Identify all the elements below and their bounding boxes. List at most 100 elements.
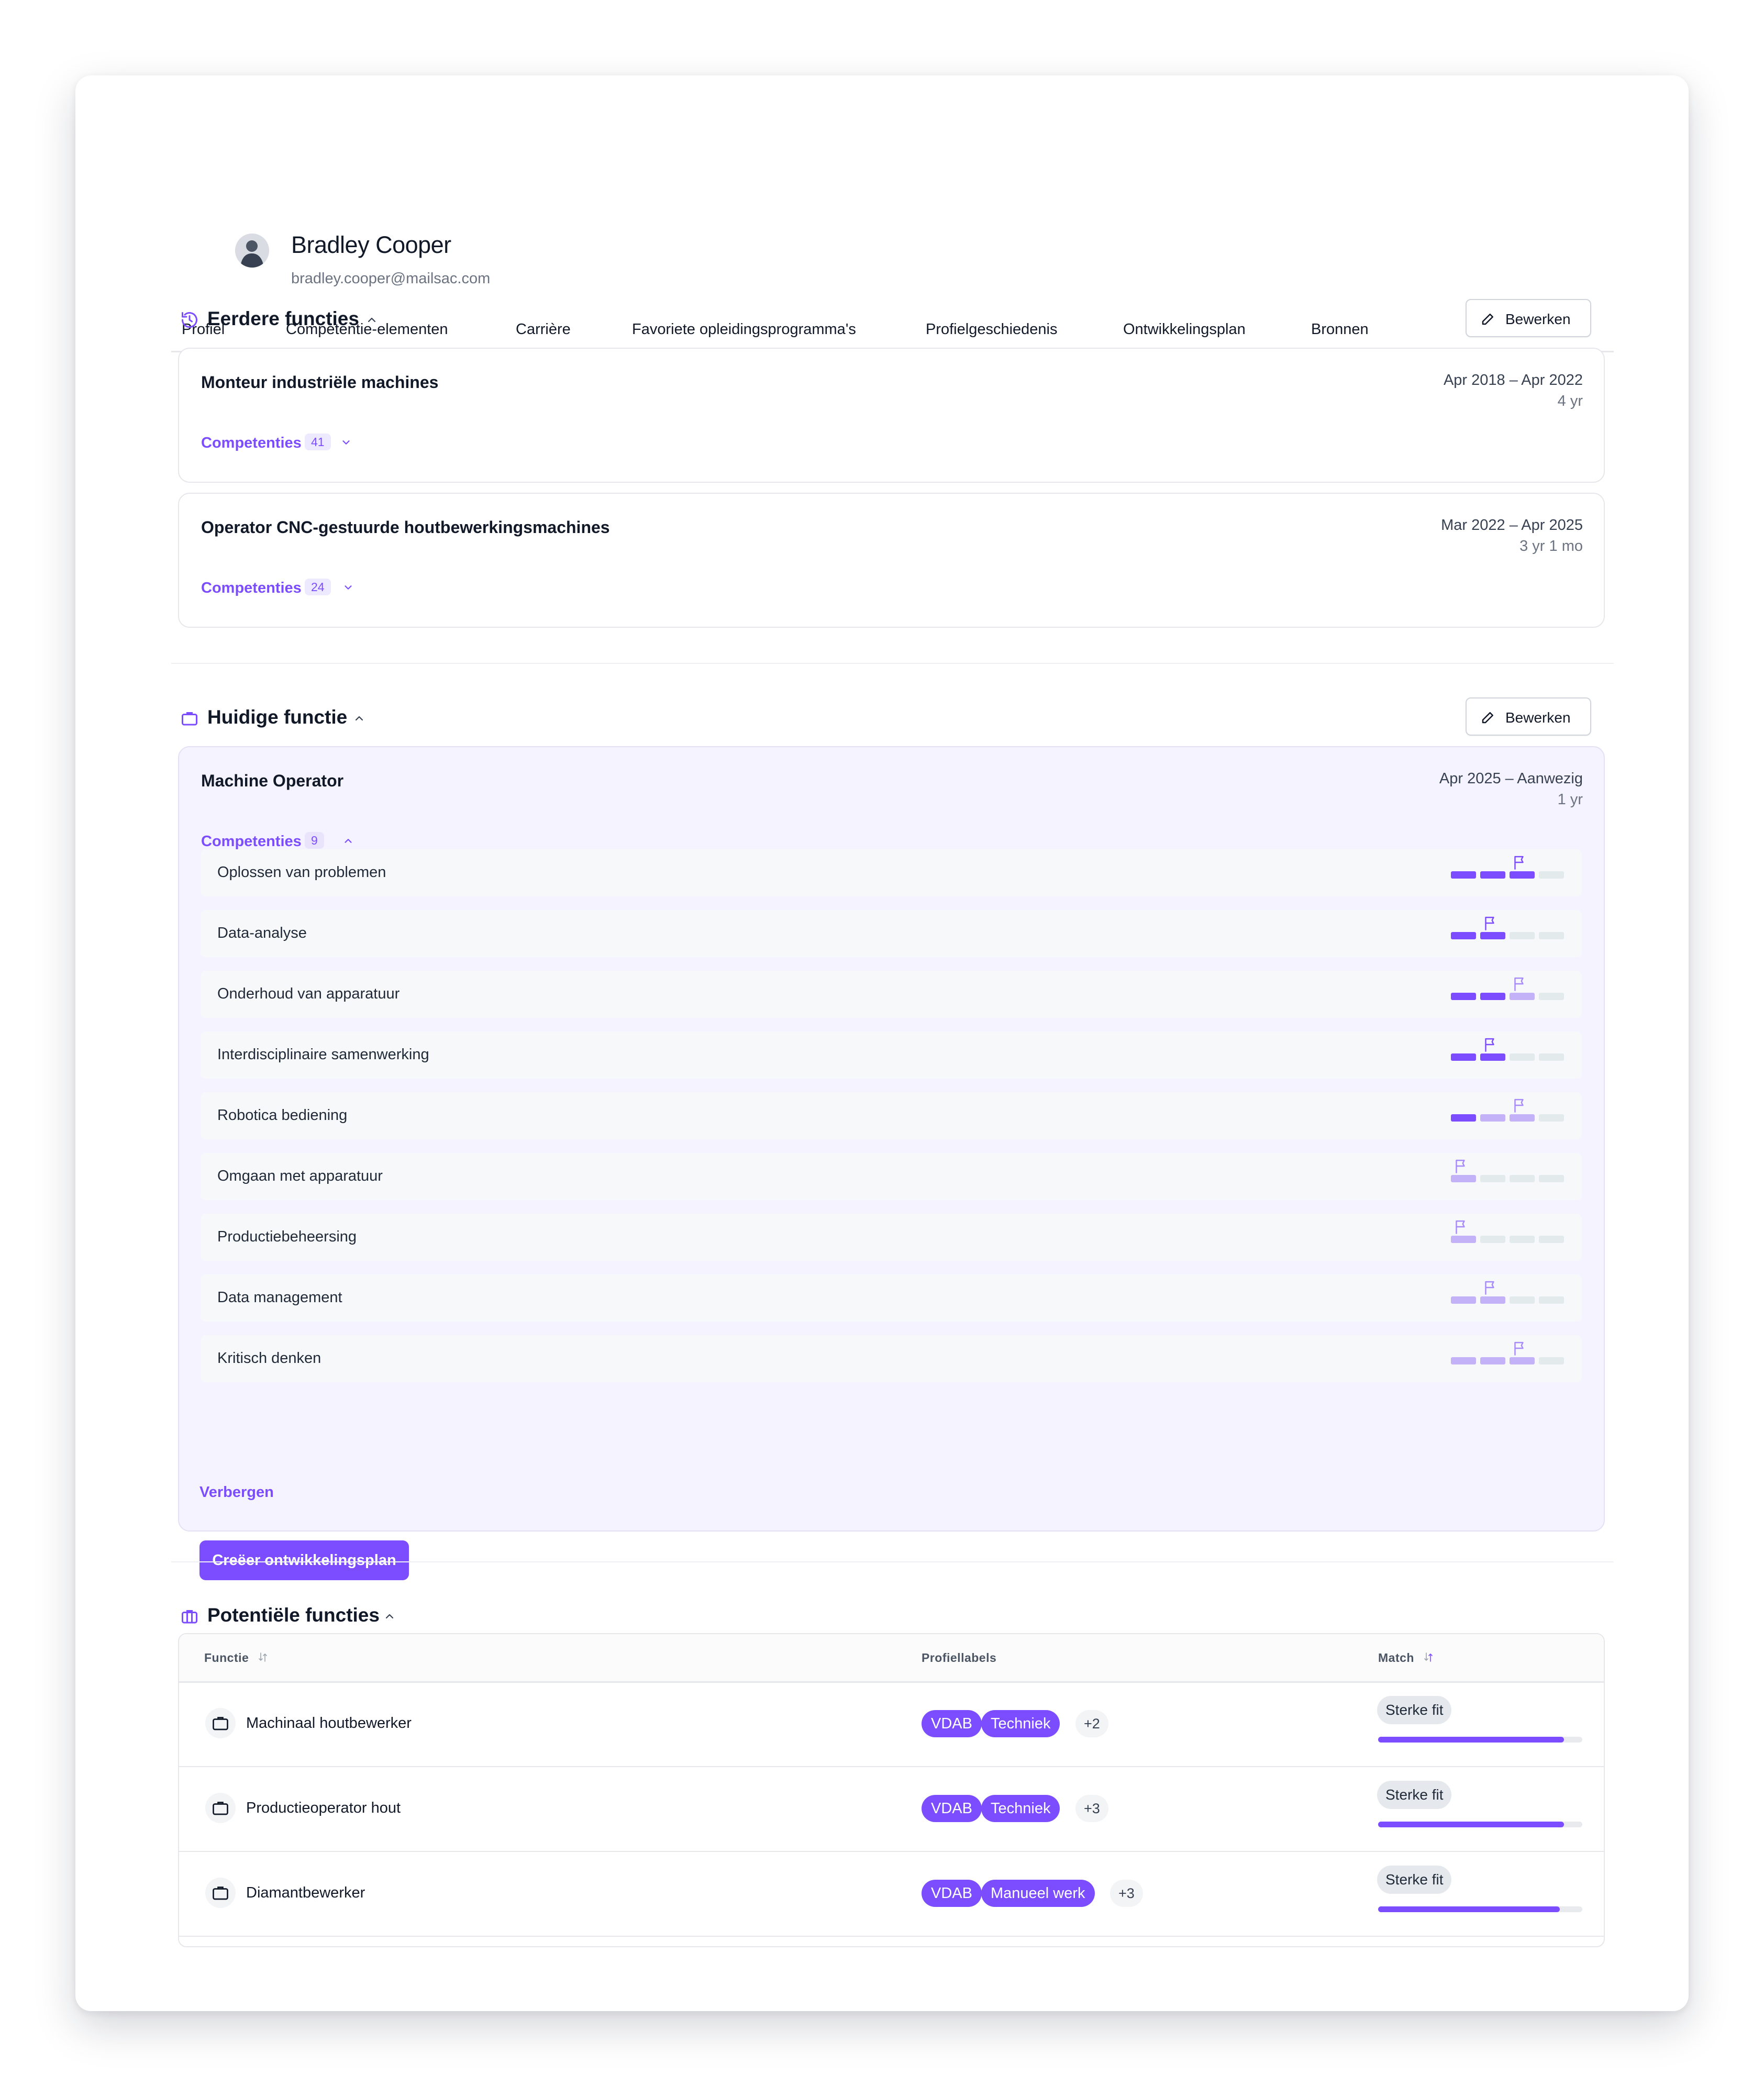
match-badge: Sterke fit (1377, 1696, 1452, 1724)
level-segment (1510, 871, 1535, 879)
edit-current-button[interactable]: Bewerken (1466, 697, 1591, 736)
job-dates: Apr 2025 – Aanwezig (1439, 770, 1583, 787)
tab-bronnen[interactable]: Bronnen (1311, 321, 1369, 338)
competencies-toggle[interactable]: Competenties (201, 833, 302, 850)
level-segment (1510, 1296, 1535, 1304)
level-segment (1451, 1236, 1476, 1243)
competency-row: Onderhoud van apparatuur (201, 971, 1582, 1018)
level-segment (1539, 1236, 1564, 1243)
section-title-potential: Potentiële functies (207, 1604, 380, 1626)
profile-label-tag: Manueel werk (981, 1880, 1095, 1907)
match-progress-bar (1378, 1906, 1582, 1912)
sort-icon[interactable] (258, 1651, 268, 1663)
target-flag-icon (1456, 1159, 1465, 1173)
job-title: Monteur industriële machines (201, 373, 439, 392)
pencil-icon (1482, 712, 1493, 724)
competency-row: Kritisch denken (201, 1335, 1582, 1382)
create-development-plan-button[interactable]: Creëer ontwikkelingsplan (199, 1540, 409, 1580)
function-name[interactable]: Productieoperator hout (246, 1800, 401, 1817)
chevron-down-icon[interactable] (342, 582, 354, 593)
tab-favoriete-opleidingsprogrammas[interactable]: Favoriete opleidingsprogramma's (632, 321, 856, 338)
level-segment (1480, 932, 1505, 939)
job-duration: 4 yr (1557, 393, 1583, 409)
competencies-toggle[interactable]: Competenties (201, 435, 302, 452)
job-dates: Mar 2022 – Apr 2025 (1441, 517, 1583, 534)
level-segment (1451, 1053, 1476, 1061)
competency-label: Data-analyse (217, 925, 307, 941)
profile-label-tag: VDAB (922, 1710, 982, 1737)
competency-level-indicator (1451, 1274, 1566, 1322)
level-segment (1539, 1175, 1564, 1182)
hide-competencies-link[interactable]: Verbergen (199, 1484, 274, 1501)
competency-row: Robotica bediening (201, 1092, 1582, 1139)
level-segment (1480, 871, 1505, 879)
more-labels-badge[interactable]: +2 (1075, 1710, 1108, 1737)
target-flag-icon (1485, 916, 1494, 930)
table-header: Functie Profiellabels Match (179, 1634, 1604, 1683)
target-flag-icon (1456, 1220, 1465, 1234)
competency-label: Interdisciplinaire samenwerking (217, 1046, 429, 1063)
previous-job-card: Operator CNC-gestuurde houtbewerkingsmac… (178, 493, 1605, 628)
table-row[interactable]: Diamantbewerker VDAB Manueel werk +3 Sterke … (179, 1851, 1604, 1937)
function-name[interactable]: Machinaal houtbewerker (246, 1715, 412, 1732)
level-segment (1480, 993, 1505, 1000)
chevron-up-icon[interactable] (353, 712, 365, 725)
briefcase-icon (205, 1793, 236, 1823)
level-segment (1480, 1053, 1505, 1061)
section-divider (171, 1561, 1614, 1562)
job-title: Operator CNC-gestuurde houtbewerkingsmac… (201, 518, 610, 537)
tab-profielgeschiedenis[interactable]: Profielgeschiedenis (926, 321, 1057, 338)
level-segment (1451, 1357, 1476, 1364)
competencies-count-badge: 24 (305, 579, 331, 595)
job-duration: 3 yr 1 mo (1519, 538, 1583, 554)
competency-label: Oplossen van problemen (217, 864, 386, 881)
chevron-up-icon[interactable] (383, 1610, 396, 1623)
avatar (235, 234, 269, 268)
competency-label: Robotica bediening (217, 1107, 348, 1124)
chevron-down-icon[interactable] (340, 437, 352, 448)
match-badge: Sterke fit (1377, 1866, 1452, 1894)
level-segment (1480, 1236, 1505, 1243)
level-segment (1480, 1114, 1505, 1122)
level-segment (1510, 993, 1535, 1000)
level-segment (1510, 1357, 1535, 1364)
sort-ascending-icon[interactable] (1423, 1651, 1434, 1663)
briefcase-icon (205, 1708, 236, 1738)
level-segment (1480, 1175, 1505, 1182)
chevron-up-icon[interactable] (365, 314, 378, 326)
column-header-match[interactable]: Match (1378, 1651, 1414, 1665)
level-segment (1510, 1236, 1535, 1243)
competency-level-indicator (1451, 910, 1566, 957)
table-row[interactable]: Machinaal houtbewerker VDAB Techniek +2 Ster… (179, 1681, 1604, 1767)
competencies-toggle[interactable]: Competenties (201, 580, 302, 597)
competency-label: Productiebeheersing (217, 1228, 357, 1245)
level-segment (1539, 871, 1564, 879)
column-header-labels: Profiellabels (922, 1651, 997, 1665)
chevron-up-icon[interactable] (342, 835, 354, 847)
target-flag-icon (1514, 1099, 1524, 1113)
competency-level-indicator (1451, 1031, 1566, 1079)
column-header-function[interactable]: Functie (204, 1651, 249, 1665)
target-flag-icon (1514, 856, 1524, 870)
match-progress-bar (1378, 1822, 1582, 1827)
competency-level-indicator (1451, 1092, 1566, 1139)
section-title-previous: Eerdere functies (207, 308, 359, 329)
table-row[interactable]: Productieoperator hout VDAB Techniek +3 Ster… (179, 1766, 1604, 1852)
edit-previous-button[interactable]: Bewerken (1466, 299, 1591, 337)
pencil-icon (1482, 314, 1493, 325)
level-segment (1539, 1296, 1564, 1304)
level-segment (1451, 871, 1476, 879)
level-segment (1510, 1175, 1535, 1182)
level-segment (1510, 1053, 1535, 1061)
more-labels-badge[interactable]: +3 (1110, 1880, 1143, 1907)
match-progress-fill (1378, 1737, 1564, 1743)
competency-level-indicator (1451, 849, 1566, 896)
tab-carriere[interactable]: Carrière (516, 321, 571, 338)
level-segment (1539, 932, 1564, 939)
more-labels-badge[interactable]: +3 (1075, 1795, 1108, 1822)
section-title-current: Huidige functie (207, 706, 348, 728)
function-name[interactable]: Diamantbewerker (246, 1884, 365, 1902)
match-progress-bar (1378, 1737, 1582, 1743)
tab-ontwikkelingsplan[interactable]: Ontwikkelingsplan (1123, 321, 1246, 338)
job-duration: 1 yr (1557, 791, 1583, 808)
